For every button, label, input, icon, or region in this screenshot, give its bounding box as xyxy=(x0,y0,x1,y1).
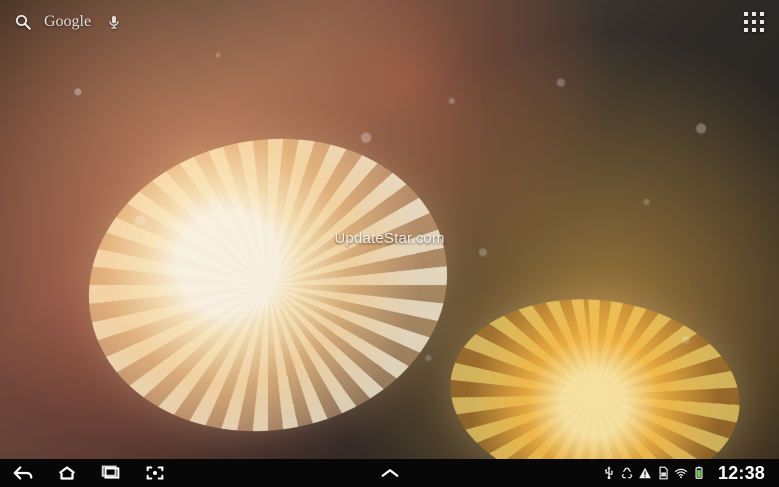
warning-icon xyxy=(638,466,652,480)
usb-icon xyxy=(602,466,616,480)
watermark-text: UpdateStar.com xyxy=(334,230,445,247)
nav-buttons-left xyxy=(10,462,168,484)
flower-right xyxy=(440,285,750,459)
google-search-label: Google xyxy=(44,13,92,30)
mic-icon[interactable] xyxy=(101,9,127,35)
apps-grid-icon[interactable] xyxy=(739,7,769,37)
nav-center xyxy=(377,462,403,484)
battery-icon xyxy=(692,466,706,480)
clock: 12:38 xyxy=(717,462,765,483)
system-navbar: 12:38 xyxy=(0,459,779,487)
status-area: 12:38 xyxy=(602,463,771,484)
recycle-icon xyxy=(620,466,634,480)
up-chevron-icon[interactable] xyxy=(377,462,403,484)
screenshot-icon[interactable] xyxy=(142,462,168,484)
flower-left xyxy=(65,110,471,459)
home-icon[interactable] xyxy=(54,462,80,484)
wifi-icon xyxy=(674,466,688,480)
status-icons xyxy=(602,466,706,480)
recent-apps-icon[interactable] xyxy=(98,462,124,484)
search-icon xyxy=(10,9,36,35)
sim-icon xyxy=(656,466,670,480)
back-icon[interactable] xyxy=(10,462,36,484)
google-search-bar[interactable]: Google xyxy=(10,9,127,35)
